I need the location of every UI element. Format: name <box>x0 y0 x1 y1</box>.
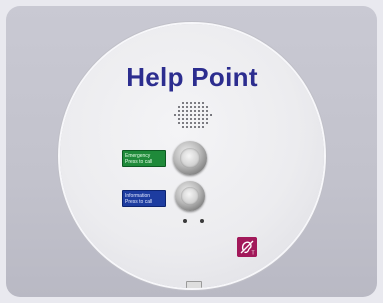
maker-plate <box>186 281 202 288</box>
information-label-line-2: Press to call <box>125 199 153 205</box>
hearing-loop-icon: T <box>237 237 257 257</box>
emergency-call-button[interactable] <box>173 141 207 175</box>
information-call-button[interactable] <box>175 181 205 211</box>
emergency-label-line-2: Press to call <box>125 159 153 165</box>
indicator-dot <box>183 219 187 223</box>
svg-text:T: T <box>252 251 255 257</box>
speaker-grille-icon <box>173 101 212 129</box>
emergency-label: Emergency Press to call <box>122 150 166 167</box>
information-label: Information Press to call <box>122 190 166 207</box>
indicator-dot <box>200 219 204 223</box>
panel-title: Help Point <box>126 62 258 92</box>
help-point-panel: Help Point Emergency Press to call Infor… <box>60 24 324 288</box>
